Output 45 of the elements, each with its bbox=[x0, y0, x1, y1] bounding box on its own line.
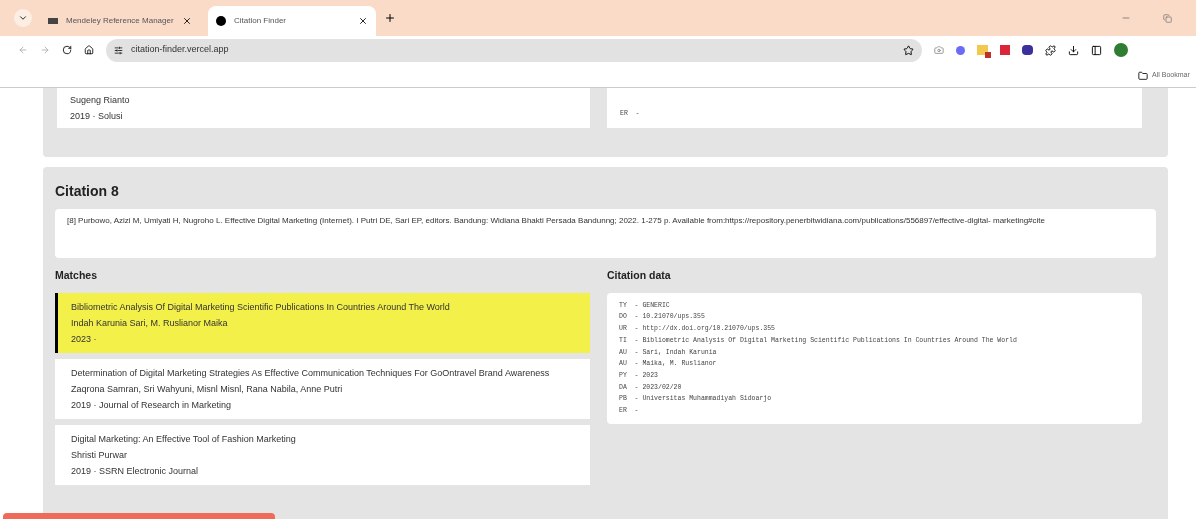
tab-favicon-icon bbox=[48, 18, 58, 24]
reload-icon bbox=[62, 45, 72, 55]
new-tab-icon bbox=[384, 12, 396, 24]
match-card[interactable]: Bibliometric Analysis Of Digital Marketing Scientific Publications In Countries Around The World Indah Karunia Sari, M. Ruslianor Maika 2023 · bbox=[55, 292, 590, 353]
match-meta: 2019 · SSRN Electronic Journal bbox=[71, 464, 200, 478]
folder-icon bbox=[1138, 70, 1148, 81]
match-authors: Shristi Purwar bbox=[71, 448, 128, 462]
address-bar[interactable]: citation-finder.vercel.app bbox=[106, 38, 922, 62]
site-settings-icon bbox=[114, 45, 123, 55]
restore-icon bbox=[1163, 13, 1172, 23]
forward-icon bbox=[40, 45, 50, 55]
browser-tab[interactable]: Citation Finder bbox=[208, 6, 376, 36]
avatar-icon[interactable] bbox=[1114, 43, 1128, 57]
match-title: Digital Marketing: An Effective Tool of Fashion Marketing bbox=[71, 432, 297, 446]
close-icon bbox=[358, 16, 368, 26]
home-icon bbox=[84, 45, 94, 55]
side-panel-icon bbox=[1091, 44, 1102, 56]
match-card[interactable] bbox=[55, 358, 590, 419]
tab-title: Mendeley Reference Manager bbox=[66, 15, 174, 27]
back-icon bbox=[18, 45, 28, 55]
matches-heading: Matches bbox=[55, 268, 98, 283]
browser-tab[interactable]: Mendeley Reference Manager bbox=[40, 6, 200, 36]
match-meta: 2019 · Journal of Research in Marketing bbox=[71, 398, 233, 412]
citation-heading: Citation 8 bbox=[55, 182, 120, 201]
match-meta: 2019 · Solusi bbox=[70, 110, 124, 123]
match-authors: Zaqrona Samran, Sri Wahyuni, Misnl Misnl, Rana Nabila, Anne Putri bbox=[71, 382, 344, 396]
extension-icon[interactable] bbox=[1022, 45, 1033, 55]
tab-title: Citation Finder bbox=[234, 15, 288, 27]
tab-favicon-icon bbox=[216, 16, 226, 26]
match-title: Bibliometric Analysis Of Digital Marketing Scientific Publications In Countries Around The World bbox=[71, 300, 451, 314]
match-authors: Sugeng Rianto bbox=[70, 94, 131, 107]
url-text: citation-finder.vercel.app bbox=[131, 43, 230, 57]
download-icon bbox=[1068, 44, 1079, 56]
match-meta: 2023 · bbox=[71, 332, 98, 346]
match-title: Determination of Digital Marketing Strategies As Effective Communication Techniques For GoOntravel Brand Awareness bbox=[71, 366, 551, 380]
citation-data-heading: Citation data bbox=[607, 268, 672, 283]
match-card[interactable]: Sugeng Rianto 2019 · Solusi bbox=[57, 88, 590, 128]
chevron-icon bbox=[18, 13, 28, 23]
puzzle-icon bbox=[1045, 44, 1056, 56]
camera-icon bbox=[934, 45, 944, 55]
match-authors: Indah Karunia Sari, M. Ruslianor Maika bbox=[71, 316, 229, 330]
match-card[interactable]: Digital Marketing: An Effective Tool of Fashion Marketing Shristi Purwar 2019 · SSRN Electronic Journal bbox=[55, 424, 590, 485]
star-icon bbox=[903, 44, 914, 56]
citation-text: [8] Purbowo, Azizi M, Umiyati H, Nugroho L. Effective Digital Marketing (Internet). I Putri DE, Sari EP, editors. Bandung: Widiana Bhakti Persada Bandunng; 2022. 1-275 p. Available from:https://repository.penerbitwidiana.com/publications/556897/effective-digital- marketing#cite bbox=[55, 209, 1156, 258]
close-icon bbox=[182, 16, 192, 26]
